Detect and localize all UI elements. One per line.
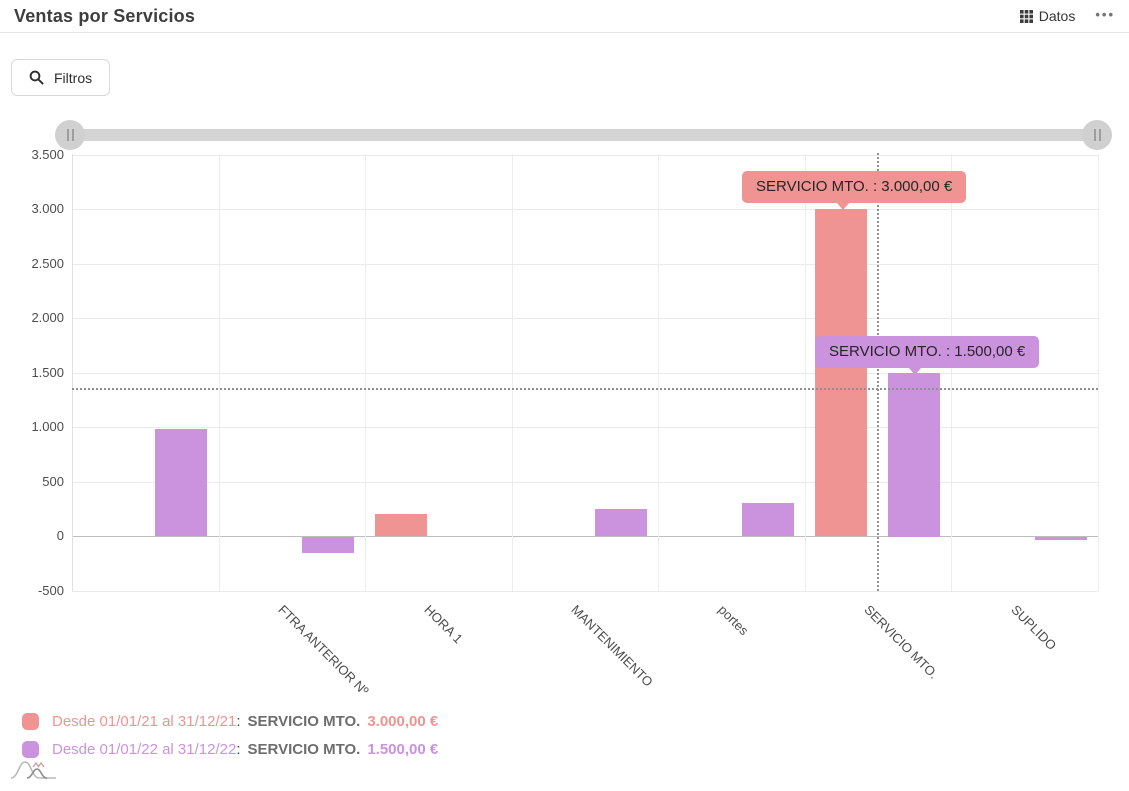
legend-text: : <box>236 741 240 758</box>
category-label: portes <box>715 602 751 638</box>
y-axis-tick-label: 1.000 <box>0 419 64 435</box>
legend-text: Desde 01/01/22 al 31/12/22 <box>52 741 236 758</box>
category-label: HORA 1 <box>421 602 465 646</box>
datos-label: Datos <box>1039 8 1076 24</box>
legend-text: Desde 01/01/21 al 31/12/21 <box>52 713 236 730</box>
bar-series-2021[interactable] <box>375 514 427 536</box>
gridline-horizontal <box>72 536 1098 537</box>
legend-item[interactable]: Desde 01/01/21 al 31/12/21: SERVICIO MTO.… <box>22 712 438 730</box>
legend-text: 3.000,00 € <box>367 713 438 730</box>
gridline-vertical <box>805 154 806 591</box>
y-axis-tick-label: -500 <box>0 583 64 599</box>
gridline-horizontal <box>72 373 1098 374</box>
gridline-horizontal <box>72 482 1098 483</box>
y-axis-tick-label: 1.500 <box>0 365 64 381</box>
gridline-horizontal <box>72 318 1098 319</box>
tooltip-series-2021: SERVICIO MTO. : 3.000,00 € <box>742 171 966 203</box>
category-label: MANTENIMIENTO <box>568 602 656 690</box>
bar-series-2022[interactable] <box>595 509 647 536</box>
y-axis-tick-label: 2.000 <box>0 310 64 326</box>
y-axis-tick-label: 0 <box>0 528 64 544</box>
y-axis-tick-label: 3.500 <box>0 147 64 163</box>
scrollbar-grip-left[interactable] <box>55 120 85 150</box>
gridline-vertical <box>219 154 220 591</box>
filtros-label: Filtros <box>54 70 92 86</box>
crosshair-horizontal-line <box>72 388 1098 390</box>
tooltip-series-2022: SERVICIO MTO. : 1.500,00 € <box>815 336 1039 368</box>
gridline-horizontal <box>72 427 1098 428</box>
bar-chart-plot <box>72 154 1099 591</box>
gridline-vertical <box>512 154 513 591</box>
gridline-vertical <box>365 154 366 591</box>
gridline-vertical <box>658 154 659 591</box>
more-menu-button[interactable]: ••• <box>1095 7 1115 26</box>
legend-text: : <box>236 713 240 730</box>
chart-legend: Desde 01/01/21 al 31/12/21: SERVICIO MTO.… <box>22 712 438 768</box>
datos-button[interactable]: Datos <box>1020 8 1076 24</box>
y-axis-tick-label: 2.500 <box>0 256 64 272</box>
bar-series-2022[interactable] <box>888 373 940 537</box>
y-axis-labels: 3.5003.0002.5002.0001.5001.0005000-500 <box>0 154 64 599</box>
gridline-horizontal <box>72 264 1098 265</box>
bar-series-2022[interactable] <box>742 503 794 536</box>
gridline-horizontal <box>72 209 1098 210</box>
bar-series-2022[interactable] <box>1035 537 1087 540</box>
scrollbar-grip-right[interactable] <box>1082 120 1112 150</box>
gridline-horizontal <box>72 591 1098 592</box>
ellipsis-menu-icon: ••• <box>1095 7 1115 22</box>
amcharts-logo[interactable] <box>10 757 58 781</box>
gridline-vertical <box>1098 154 1099 591</box>
category-label: SERVICIO MTO. <box>861 602 941 682</box>
y-axis-tick-label: 500 <box>0 474 64 490</box>
bar-series-2022[interactable] <box>155 429 207 536</box>
legend-text: SERVICIO MTO. <box>248 713 361 730</box>
legend-item[interactable]: Desde 01/01/22 al 31/12/22: SERVICIO MTO.… <box>22 740 438 758</box>
legend-text: SERVICIO MTO. <box>248 741 361 758</box>
bar-series-2022[interactable] <box>302 537 354 553</box>
gridline-horizontal <box>72 155 1098 156</box>
header: Ventas por Servicios Datos ••• <box>0 0 1129 33</box>
crosshair-vertical-line <box>877 153 879 591</box>
legend-text: 1.500,00 € <box>367 741 438 758</box>
gridline-vertical <box>951 154 952 591</box>
bar-series-2021[interactable] <box>815 209 867 536</box>
search-icon <box>29 70 44 85</box>
page-title: Ventas por Servicios <box>14 6 195 27</box>
table-grid-icon <box>1020 10 1033 23</box>
category-axis-labels: FTRA ANTERIOR Nº HORA 1 MANTENIMIENTO porte… <box>72 602 1122 712</box>
filtros-button[interactable]: Filtros <box>11 59 110 96</box>
y-axis-line <box>72 154 73 591</box>
category-label: FTRA ANTERIOR Nº <box>275 602 371 698</box>
legend-swatch <box>22 713 39 730</box>
scrollbar-track[interactable] <box>70 129 1098 141</box>
legend-swatch <box>22 741 39 758</box>
y-axis-tick-label: 3.000 <box>0 201 64 217</box>
category-label: SUPLIDO <box>1008 602 1059 653</box>
